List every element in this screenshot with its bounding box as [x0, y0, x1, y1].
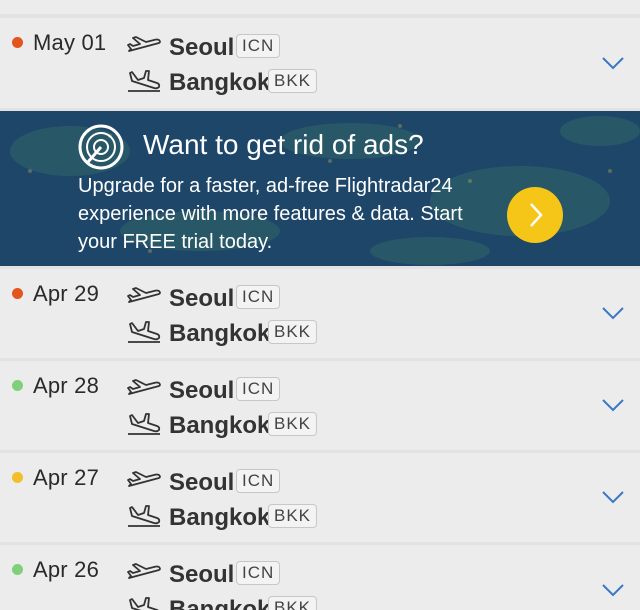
takeoff-plane-icon [127, 36, 161, 52]
origin-code: ICN [236, 34, 281, 58]
takeoff-plane-icon [127, 379, 161, 395]
status-dot [12, 37, 23, 48]
landing-plane-icon [129, 597, 159, 610]
origin-city: Seoul [169, 377, 235, 404]
chevron-down-icon[interactable] [601, 490, 625, 504]
takeoff-plane-icon [127, 563, 161, 579]
landing-plane-icon [128, 413, 161, 435]
flight-row[interactable]: Apr 29 Seoul ICN Bangkok BKK [0, 269, 640, 358]
flight-date: May 01 [33, 30, 107, 55]
chevron-down-icon[interactable] [601, 583, 625, 597]
chevron-down-icon[interactable] [601, 398, 625, 412]
origin-code: ICN [236, 469, 281, 493]
flight-date: Apr 26 [33, 557, 100, 582]
flight-row[interactable]: Apr 26 Seoul ICN Bangkok BKK [0, 545, 640, 610]
destination-code: BKK [268, 596, 318, 610]
ad-title: Want to get rid of ads? [143, 129, 424, 160]
landing-plane-icon [128, 505, 161, 527]
origin-city: Seoul [169, 34, 235, 61]
upgrade-button[interactable] [507, 187, 563, 243]
status-dot [12, 472, 23, 483]
origin-city: Seoul [169, 469, 235, 496]
origin-code: ICN [236, 377, 281, 401]
ad-line: your FREE trial today. [78, 231, 273, 253]
takeoff-plane-icon [127, 471, 161, 487]
destination-city: Bangkok [169, 320, 271, 347]
radar-logo-icon [78, 124, 124, 170]
destination-code: BKK [268, 320, 318, 344]
takeoff-plane-icon [127, 287, 161, 303]
destination-city: Bangkok [169, 69, 271, 96]
chevron-down-icon[interactable] [601, 56, 625, 70]
partial-row-top [0, 0, 640, 14]
destination-code: BKK [268, 69, 318, 93]
flight-row[interactable]: May 01 Seoul ICN Bangkok BKK [0, 18, 640, 108]
destination-code: BKK [268, 412, 318, 436]
ad-line: Upgrade for a faster, ad-free Flightrada… [78, 175, 453, 197]
chevron-right-icon [530, 203, 543, 227]
origin-city: Seoul [169, 561, 235, 588]
destination-city: Bangkok [169, 504, 271, 531]
flight-row[interactable]: Apr 28 Seoul ICN Bangkok BKK [0, 361, 640, 450]
origin-code: ICN [236, 561, 281, 585]
destination-code: BKK [268, 504, 318, 528]
status-dot [12, 564, 23, 575]
landing-plane-icon [128, 70, 161, 92]
destination-city: Bangkok [169, 412, 271, 439]
origin-code: ICN [236, 285, 281, 309]
chevron-down-icon[interactable] [601, 306, 625, 320]
flight-date: Apr 28 [33, 373, 100, 398]
status-dot [12, 380, 23, 391]
ad-description: Upgrade for a faster, ad-free Flightrada… [78, 172, 508, 256]
flight-date: Apr 29 [33, 281, 100, 306]
status-dot [12, 288, 23, 299]
flight-date: Apr 27 [33, 465, 100, 490]
ad-line: experience with more features & data. St… [78, 203, 463, 225]
landing-plane-icon [128, 321, 161, 343]
origin-city: Seoul [169, 285, 235, 312]
destination-city: Bangkok [169, 596, 271, 610]
flight-row[interactable]: Apr 27 Seoul ICN Bangkok BKK [0, 453, 640, 542]
